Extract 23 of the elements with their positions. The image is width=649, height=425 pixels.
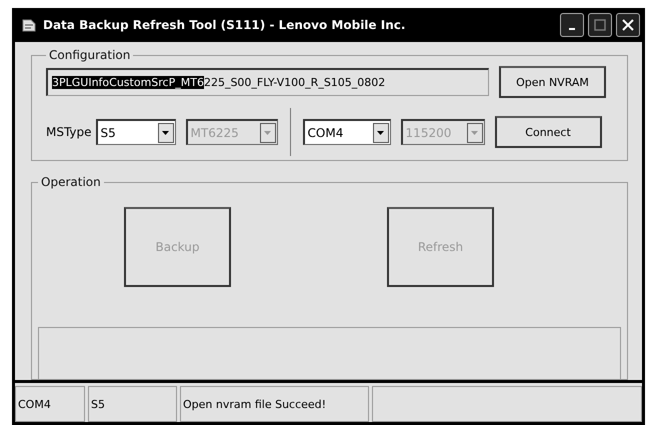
status-cell: COM4 <box>15 386 85 422</box>
connect-button[interactable]: Connect <box>494 116 602 148</box>
dropdown-arrow-icon <box>162 130 170 134</box>
group-label: Configuration <box>48 48 132 62</box>
close-icon <box>621 18 635 32</box>
minimize-icon <box>569 28 575 30</box>
dropdown-arrow-icon <box>377 130 384 134</box>
path-field[interactable]: 3PLGUInfoCustomSrcP_MT6225_S00_FLY-V100_R_S105_0802 <box>46 68 489 96</box>
dropdown[interactable]: S5 <box>96 119 176 145</box>
close-button[interactable] <box>616 13 640 37</box>
status-cell: S5 <box>88 386 177 422</box>
window-title: Data Backup Refresh Tool (S111) - Lenovo Mobile Inc. <box>43 18 406 32</box>
dropdown[interactable]: COM4 <box>302 119 391 145</box>
mstype-label: MSType <box>46 125 92 139</box>
maximize-button[interactable] <box>588 13 612 37</box>
status-cell: Open nvram file Succeed! <box>180 386 369 422</box>
maximize-icon <box>594 19 606 31</box>
open-nvram-button[interactable]: Open NVRAM <box>499 66 606 98</box>
dropdown-arrow-icon <box>264 130 272 134</box>
dropdown-arrow-icon <box>471 130 478 134</box>
group-label: Operation <box>40 175 102 189</box>
app-icon <box>21 17 37 33</box>
minimize-button[interactable] <box>560 13 584 37</box>
